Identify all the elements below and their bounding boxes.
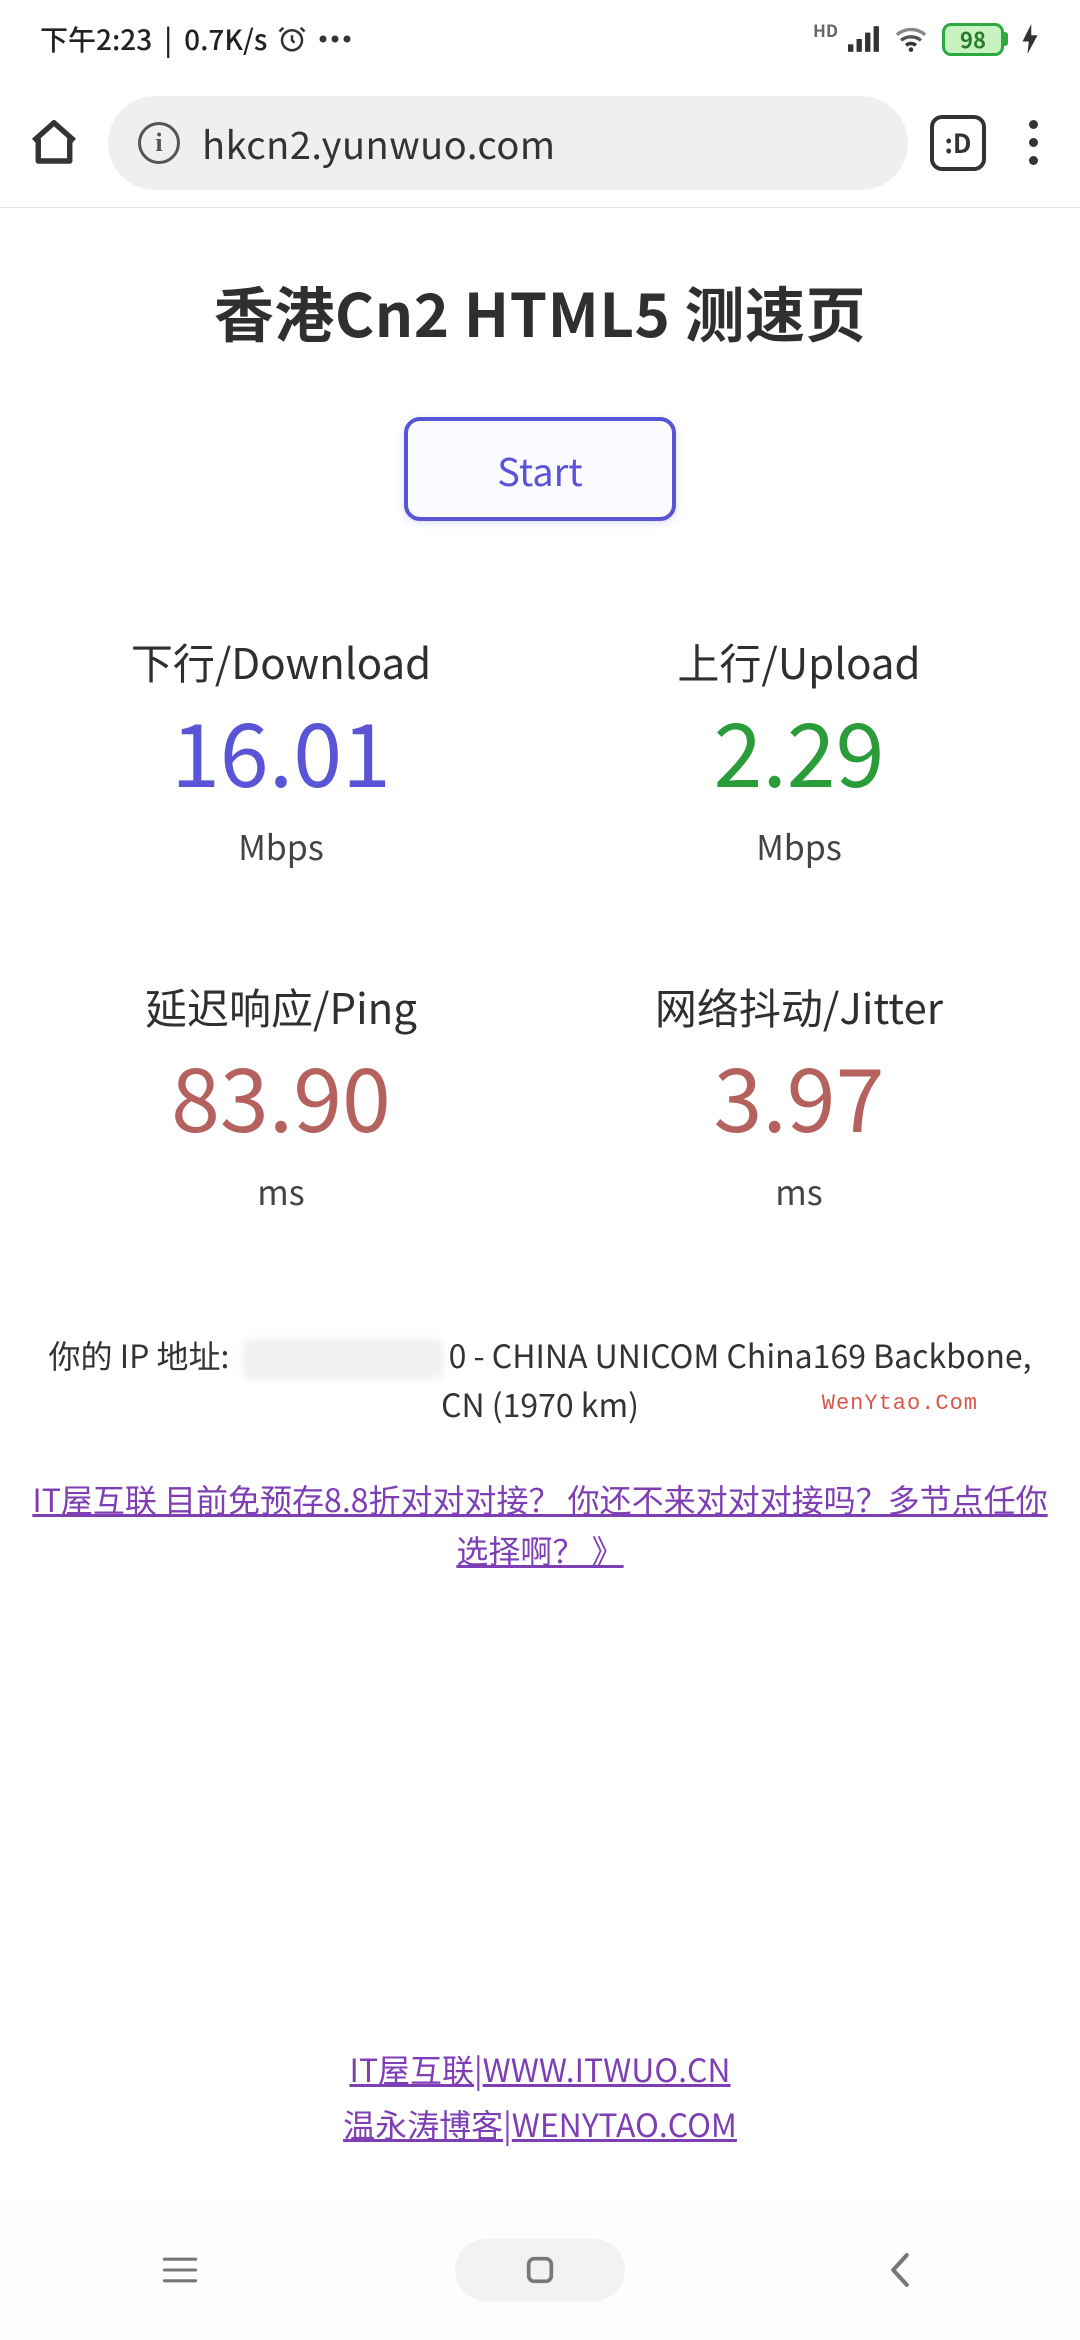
start-button[interactable]: Start [404,417,676,521]
metric-unit: ms [257,1166,304,1215]
metric-label: 上行/Upload [677,631,920,692]
home-button[interactable] [22,111,86,175]
footer-link-wenytao[interactable]: 温永涛博客 [343,2101,503,2147]
browser-toolbar: i hkcn2.yunwuo.com :D [0,78,1080,208]
tabs-button[interactable]: :D [930,115,986,171]
metric-label: 下行/Download [131,631,431,692]
metric-value: 3.97 [714,1047,885,1144]
ip-tail: 0 [449,1332,467,1378]
ip-info: 你的 IP 地址: 0 - CHINA UNICOM China169 Back… [22,1331,1058,1430]
clock-text: 下午2:23 [40,19,152,59]
battery-percent: 98 [960,23,986,55]
url-text: hkcn2.yunwuo.com [202,115,556,170]
footer-link-itwuo[interactable]: IT屋互联 [349,2046,474,2092]
metric-value: 83.90 [171,1047,391,1144]
battery-indicator: 98 [942,23,1008,56]
metric-ping: 延迟响应/Ping 83.90 ms [22,976,540,1215]
alarm-icon [277,24,307,54]
metric-label: 网络抖动/Jitter [655,976,943,1037]
nav-home-button[interactable] [455,2239,625,2301]
status-bar: 下午2:23 | 0.7K/s HD 98 [0,0,1080,78]
status-right: HD 98 [813,23,1038,56]
watermark-text: WenYtao.Com [822,1387,978,1421]
cellular-signal-icon [848,26,880,52]
metric-jitter: 网络抖动/Jitter 3.97 ms [540,976,1058,1215]
nav-recents-button[interactable] [95,2235,265,2305]
system-nav-bar [0,2200,1080,2340]
network-speed: 0.7K/s [184,19,267,59]
site-info-icon[interactable]: i [138,122,180,164]
page-content: 香港Cn2 HTML5 测速页 Start 下行/Download 16.01 … [0,208,1080,2151]
more-horizontal-icon [317,33,353,45]
address-bar[interactable]: i hkcn2.yunwuo.com [108,96,908,190]
charging-icon [1022,24,1038,54]
metric-download: 下行/Download 16.01 Mbps [22,631,540,870]
promo-link[interactable]: IT屋互联 目前免预存8.8折对对对接？ 你还不来对对对接吗？多节点任你选择啊？… [32,1476,1047,1573]
metric-upload: 上行/Upload 2.29 Mbps [540,631,1058,870]
hd-indicator: HD [813,17,838,42]
metrics-grid: 下行/Download 16.01 Mbps 上行/Upload 2.29 Mb… [22,631,1058,1215]
ip-prefix: 你的 IP 地址: [49,1332,230,1378]
promo-banner: IT屋互联 目前免预存8.8折对对对接？ 你还不来对对对接吗？多节点任你选择啊？… [22,1474,1058,1576]
wifi-icon [894,26,928,52]
metric-unit: ms [775,1166,822,1215]
metric-unit: Mbps [238,821,324,870]
nav-back-button[interactable] [815,2235,985,2305]
start-button-label: Start [497,442,583,497]
separator: | [164,19,172,59]
metric-unit: Mbps [756,821,842,870]
footer-link-itwuo-url[interactable]: WWW.ITWUO.CN [483,2046,731,2092]
footer-links: IT屋互联|WWW.ITWUO.CN 温永涛博客|WENYTAO.COM [22,2042,1058,2151]
page-title: 香港Cn2 HTML5 测速页 [22,268,1058,355]
metric-value: 2.29 [714,702,885,799]
metric-label: 延迟响应/Ping [145,976,417,1037]
tabs-button-label: :D [944,124,971,161]
status-left: 下午2:23 | 0.7K/s [40,19,353,59]
ip-masked [243,1339,443,1379]
browser-menu-button[interactable] [1008,113,1058,173]
footer-link-wenytao-url[interactable]: WENYTAO.COM [512,2101,737,2147]
metric-value: 16.01 [171,702,391,799]
